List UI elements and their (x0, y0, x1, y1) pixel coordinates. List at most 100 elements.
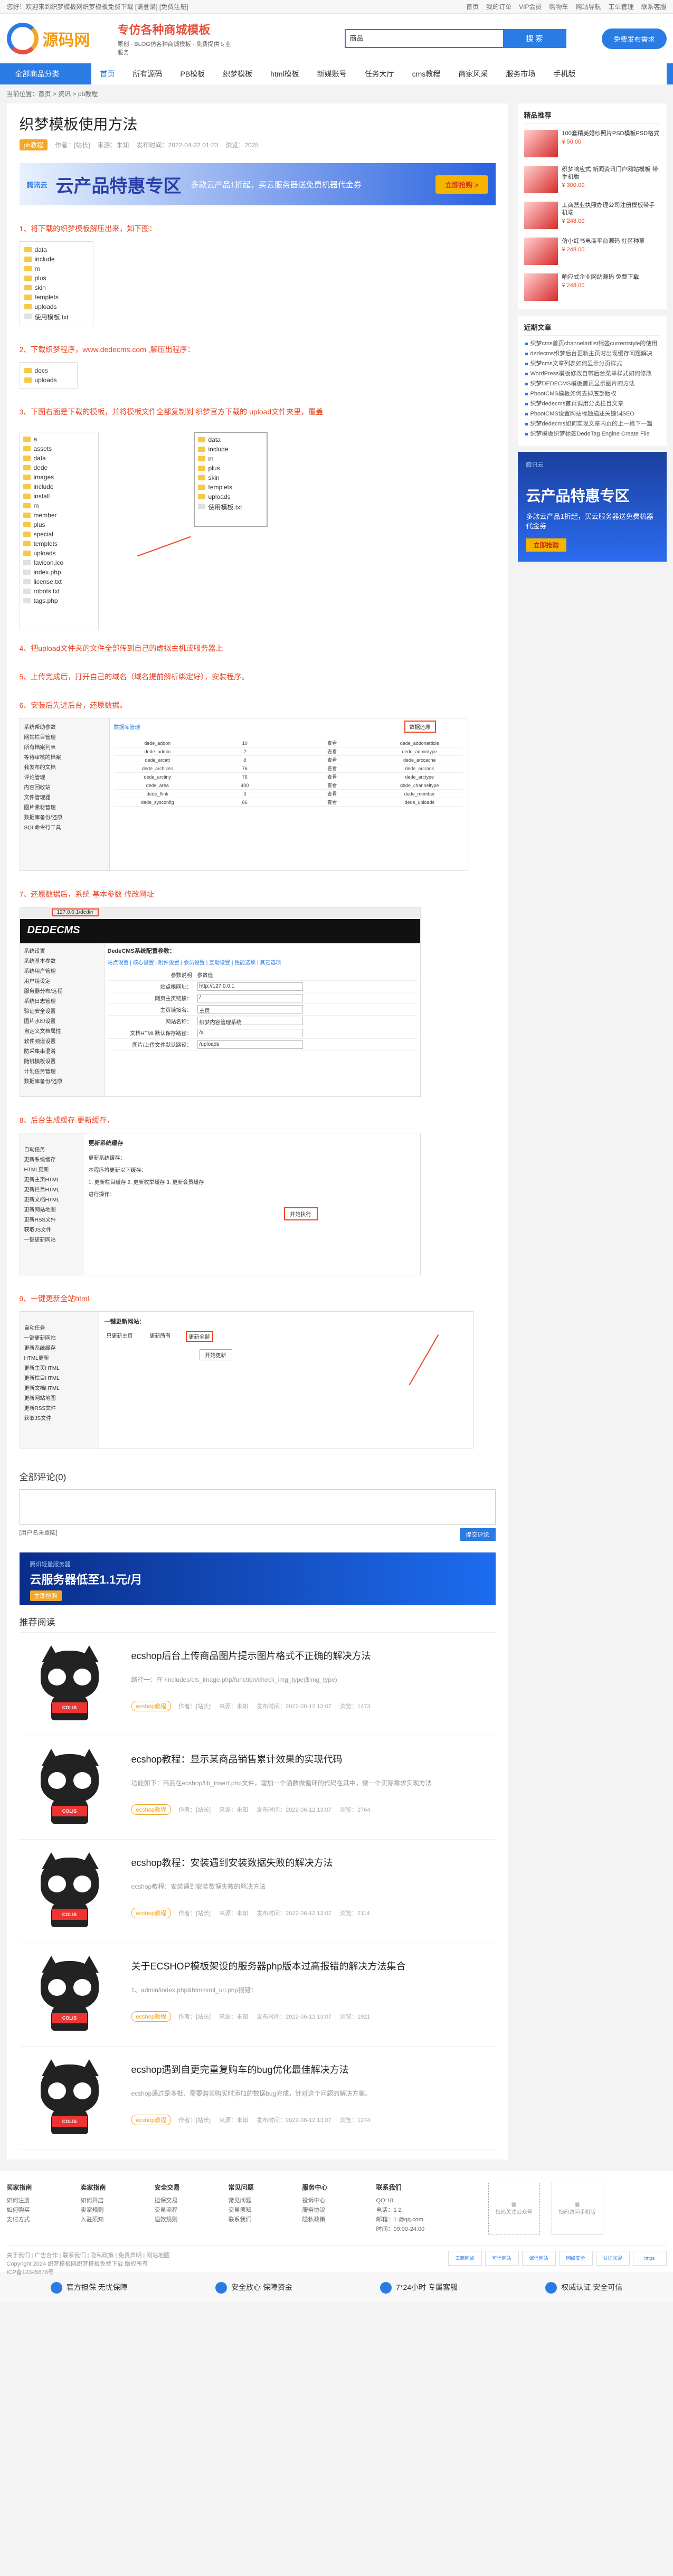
side-menu-item[interactable]: 更新网站地图 (20, 1204, 83, 1214)
footer-link[interactable]: 如何开店 (81, 2196, 155, 2205)
hot-product-name[interactable]: 仿小红书电商平台源码 社区种草 (562, 238, 660, 245)
side-menu-item[interactable]: 服务器分布/远程 (20, 986, 104, 996)
latest-article-link[interactable]: WordPress模板修改自带后台菜单样式如何修改 (524, 369, 660, 379)
footer-link[interactable]: 如何注册 (7, 2196, 81, 2205)
nav-item[interactable]: 所有源码 (124, 63, 172, 84)
trust-badge[interactable]: https (632, 2251, 667, 2266)
latest-article-link[interactable]: 织梦dedecms首页调用分类栏目文章 (524, 399, 660, 409)
side-menu-item[interactable]: 随机模板设置 (20, 1056, 104, 1066)
register-link[interactable]: [免费注册] (159, 3, 188, 11)
side-menu-item[interactable]: SQL命令行工具 (20, 822, 109, 832)
footer-link[interactable]: 交易流程 (155, 2205, 229, 2215)
trust-badge[interactable]: 网络安全 (558, 2251, 593, 2266)
side-menu-item[interactable]: 更新文档HTML (20, 1194, 83, 1204)
side-menu-item[interactable]: 图片水印设置 (20, 1016, 104, 1026)
footer-link[interactable]: 退款规则 (155, 2215, 229, 2224)
hot-product-item[interactable]: 仿小红书电商平台源码 社区种草 ¥ 248.00 (524, 238, 660, 267)
site-logo[interactable]: 源码网 (6, 23, 118, 54)
search-button[interactable]: 搜 索 (503, 29, 566, 48)
hot-product-name[interactable]: 100套精美婚纱照片PSD模板PSD格式 (562, 130, 660, 137)
top-link[interactable]: 联系客服 (641, 3, 666, 11)
side-menu-item[interactable]: HTML更新 (20, 1352, 99, 1362)
side-menu-item[interactable]: 等待审核的档案 (20, 752, 109, 762)
latest-article-link[interactable]: 织梦模板织梦标签DedeTag Engine Create File (524, 429, 660, 439)
recommend-tag[interactable]: ecshop教程 (131, 1804, 171, 1815)
update-option[interactable]: 更新所有 (148, 1331, 173, 1342)
recommend-title-link[interactable]: ecshop遇到自更完重复购车的bug优化最佳解决方法 (131, 2062, 496, 2076)
sidebar-ad[interactable]: 腾讯云 云产品特惠专区 多款云产品1折起，买云服务器送免费机器代金券 立即抢购 (517, 452, 667, 562)
footer-link[interactable]: 交易须知 (229, 2205, 302, 2215)
nav-item[interactable]: 织梦模板 (214, 63, 261, 84)
side-menu-item[interactable]: 评论管理 (20, 772, 109, 782)
side-menu-item[interactable]: 更新RSS文件 (20, 1214, 83, 1224)
config-value[interactable]: http://127.0.0.1 (197, 982, 303, 991)
nav-item[interactable]: cms教程 (403, 63, 450, 84)
publish-demand-button[interactable]: 免费发布需求 (602, 28, 667, 49)
side-menu-item[interactable]: 更新主页HTML (20, 1174, 83, 1184)
comment-textarea[interactable] (19, 1489, 496, 1525)
update-option[interactable]: 更新全部 (185, 1331, 213, 1342)
top-link[interactable]: VIP会员 (519, 3, 542, 11)
footer-link[interactable]: 联系我们 (229, 2215, 302, 2224)
nav-item[interactable]: 新媒账号 (308, 63, 356, 84)
side-menu-item[interactable]: 更新网站地图 (20, 1393, 99, 1403)
latest-article-link[interactable]: PbootCMS模板如何去掉底部版权 (524, 389, 660, 399)
recommend-title-link[interactable]: ecshop教程：显示某商品销售累计效果的实现代码 (131, 1752, 496, 1766)
footer-link[interactable]: 常见问题 (229, 2196, 302, 2205)
hot-product-thumb[interactable] (524, 166, 558, 193)
side-menu-item[interactable]: 我发布的文档 (20, 762, 109, 772)
side-menu-item[interactable]: 用户组设定 (20, 976, 104, 986)
recommend-tag[interactable]: ecshop教程 (131, 2115, 171, 2125)
hot-product-name[interactable]: 工商营业执照办理公司注册模板带手机端 (562, 202, 660, 216)
side-menu-item[interactable]: 系统日志管理 (20, 996, 104, 1006)
config-value[interactable]: /uploads (197, 1040, 303, 1049)
nav-item[interactable]: PB模板 (172, 63, 214, 84)
side-menu-item[interactable]: 获取JS文件 (20, 1413, 99, 1423)
hot-product-thumb[interactable] (524, 238, 558, 265)
nav-item[interactable]: 任务大厅 (356, 63, 403, 84)
side-menu-item[interactable]: 更新主页HTML (20, 1362, 99, 1372)
side-menu-item[interactable]: 自动任务 (20, 1144, 83, 1154)
hot-product-thumb[interactable] (524, 273, 558, 301)
side-menu-item[interactable]: 更新栏目HTML (20, 1372, 99, 1382)
latest-article-link[interactable]: 织梦cms首页channelartlist标签currentstyle的使用 (524, 339, 660, 349)
side-menu-item[interactable]: 网站栏目管理 (20, 732, 109, 742)
trust-badge[interactable]: 诚信网站 (522, 2251, 556, 2266)
top-link[interactable]: 购物车 (549, 3, 568, 11)
start-update-button[interactable]: 开始更新 (199, 1349, 232, 1360)
side-menu-item[interactable]: 更新系统缓存 (20, 1342, 99, 1352)
recommend-thumb[interactable]: COLIS (19, 1850, 120, 1933)
side-menu-item[interactable]: 计划任务管理 (20, 1066, 104, 1076)
side-menu-item[interactable]: 数据库备份/还原 (20, 1076, 104, 1086)
hot-product-name[interactable]: 响应式企业网站源码 免费下载 (562, 273, 660, 281)
recommend-item[interactable]: COLIS ecshop教程：显示某商品销售累计效果的实现代码 功能如下：商品在ec… (19, 1736, 496, 1840)
footer-link[interactable]: 支付方式 (7, 2215, 81, 2224)
sidead-cta[interactable]: 立即抢购 (526, 538, 566, 552)
recommend-item[interactable]: COLIS ecshop遇到自更完重复购车的bug优化最佳解决方法 ecshop通过… (19, 2047, 496, 2150)
side-menu-item[interactable]: 自动任务 (20, 1322, 99, 1332)
trust-badge[interactable]: 可信网站 (485, 2251, 519, 2266)
recommend-item[interactable]: COLIS ecshop教程：安装遇到安装数据失败的解决方法 ecshop教程：安装… (19, 1840, 496, 1943)
latest-article-link[interactable]: PbootCMS设置网站标题描述关键词SEO (524, 409, 660, 419)
side-menu-item[interactable]: 一键更新网站 (20, 1234, 83, 1244)
side-menu-item[interactable]: 图片素材管理 (20, 802, 109, 812)
top-link[interactable]: 首页 (466, 3, 479, 11)
side-menu-item[interactable]: 系统设置 (20, 945, 104, 955)
ad2-cta[interactable]: 立即抢购 (30, 1590, 62, 1601)
recommend-title-link[interactable]: 关于ECSHOP模板架设的服务器php版本过高报错的解决方法集合 (131, 1959, 496, 1973)
recommend-tag[interactable]: ecshop教程 (131, 1908, 171, 1918)
trust-badge[interactable]: 认证联盟 (595, 2251, 630, 2266)
nav-item[interactable]: 服务市场 (497, 63, 544, 84)
start-execute-button[interactable]: 开始执行 (283, 1207, 318, 1220)
server-ad-banner[interactable]: 腾讯轻量服务器 云服务器低至1.1元/月 立即抢购 (19, 1552, 496, 1605)
side-menu-item[interactable]: 内容回收站 (20, 782, 109, 792)
side-menu-item[interactable]: 数据库备份/还原 (20, 812, 109, 822)
category-menu[interactable]: 全部商品分类 (6, 63, 91, 84)
hot-product-name[interactable]: 织梦响应式 新闻资讯门户网站模板 带手机版 (562, 166, 660, 181)
nav-item[interactable]: 商家风采 (449, 63, 497, 84)
recommend-thumb[interactable]: COLIS (19, 1747, 120, 1829)
side-menu-item[interactable]: 更新RSS文件 (20, 1403, 99, 1413)
side-menu-item[interactable]: 文件管理器 (20, 792, 109, 802)
config-value[interactable]: 织梦内容管理系统 (197, 1017, 303, 1026)
recommend-thumb[interactable]: COLIS (19, 1954, 120, 2036)
